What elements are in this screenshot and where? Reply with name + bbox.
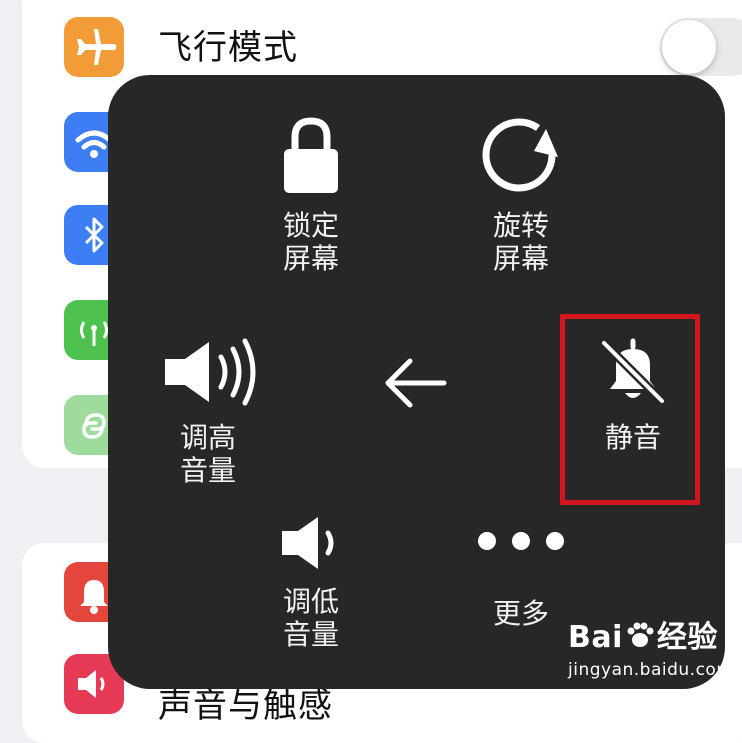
- more-label: 更多: [492, 597, 549, 630]
- watermark-url: jingyan.baidu.com: [568, 659, 734, 680]
- rotate-screen-label-1: 旋转: [492, 209, 549, 242]
- volume-up-label-1: 调高: [179, 421, 236, 454]
- volume-down-label-2: 音量: [282, 618, 339, 651]
- rotate-screen-button[interactable]: 旋转 屏幕: [466, 115, 576, 275]
- watermark-brand-left: Bai: [568, 620, 623, 655]
- more-button[interactable]: 更多: [466, 523, 576, 630]
- airplane-mode-toggle[interactable]: [660, 18, 742, 76]
- volume-up-button[interactable]: 调高 音量: [148, 337, 268, 487]
- back-arrow-icon: [385, 358, 447, 408]
- volume-up-icon: [165, 338, 256, 406]
- volume-down-icon: [282, 517, 334, 569]
- lock-screen-button[interactable]: 锁定 屏幕: [256, 115, 366, 275]
- paw-logo-icon: [625, 620, 655, 658]
- ellipsis-icon: [478, 532, 564, 550]
- back-button[interactable]: [380, 355, 450, 411]
- airplane-mode-label: 飞行模式: [158, 28, 298, 68]
- volume-down-label-1: 调低: [282, 585, 339, 618]
- toggle-knob: [662, 20, 716, 74]
- baidu-jingyan-watermark: Bai 经验 jingyan.baidu.com: [568, 612, 738, 687]
- volume-up-label-2: 音量: [179, 454, 236, 487]
- mute-highlight-box: [560, 314, 700, 505]
- watermark-brand-right: 经验: [656, 620, 718, 655]
- lock-screen-label-1: 锁定: [282, 209, 339, 242]
- lock-screen-label-2: 屏幕: [282, 242, 339, 275]
- rotate-screen-label-2: 屏幕: [492, 242, 549, 275]
- volume-down-button[interactable]: 调低 音量: [256, 515, 366, 651]
- airplane-mode-icon: [64, 17, 124, 77]
- rotate-icon: [482, 118, 558, 192]
- lock-icon: [284, 117, 338, 193]
